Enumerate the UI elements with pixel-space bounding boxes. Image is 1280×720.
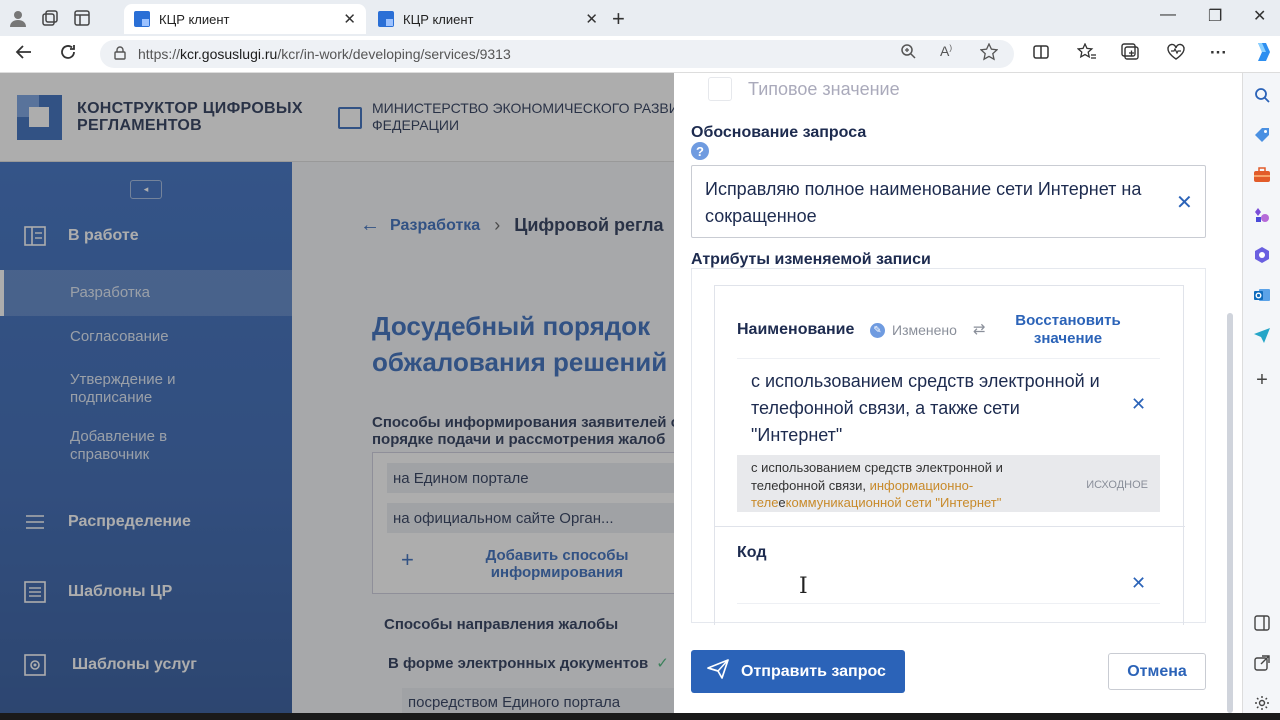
url-prefix: https:// — [138, 46, 181, 62]
more-options-icon[interactable]: ··· — [1210, 43, 1227, 63]
favorite-star-icon[interactable] — [979, 42, 999, 66]
panel-scrollbar-thumb[interactable] — [1227, 313, 1233, 713]
new-tab-button[interactable]: + — [612, 6, 625, 32]
browser-essentials-icon[interactable] — [1166, 43, 1186, 66]
typical-value-row: Типовое значение — [708, 77, 900, 101]
original-tag: Исходное — [1086, 479, 1148, 491]
url-field[interactable]: https:// kcr.gosuslugi.ru /kcr/in-work/d… — [100, 40, 1014, 68]
reason-textarea[interactable]: Исправляю полное наименование сети Интер… — [691, 165, 1206, 238]
typical-value-label: Типовое значение — [748, 78, 900, 99]
clear-reason-icon[interactable]: ✕ — [1176, 190, 1193, 215]
toolbox-icon[interactable] — [1252, 165, 1272, 185]
url-path: /kcr/in-work/developing/services/9313 — [277, 46, 511, 62]
send-plane-icon — [707, 658, 729, 685]
maximize-button[interactable]: ❐ — [1208, 6, 1222, 26]
read-aloud-icon[interactable]: A) — [940, 43, 952, 59]
minimize-button[interactable]: — — [1160, 6, 1176, 24]
send-request-label: Отправить запрос — [741, 662, 886, 680]
kcr-favicon — [134, 11, 150, 27]
reason-value: Исправляю полное наименование сети Интер… — [705, 179, 1142, 226]
add-sidebar-app-icon[interactable]: + — [1252, 369, 1272, 391]
orig-highlight-3: коммуникационной сети "Интернет" — [785, 495, 1002, 510]
kcr-favicon — [378, 11, 394, 27]
collections-icon[interactable] — [1121, 43, 1141, 66]
open-external-icon[interactable] — [1252, 653, 1272, 673]
search-icon[interactable] — [1252, 85, 1272, 105]
code-label: Код — [737, 544, 767, 561]
url-host: kcr.gosuslugi.ru — [180, 46, 278, 62]
games-icon[interactable] — [1252, 205, 1272, 225]
cancel-button[interactable]: Отмена — [1108, 653, 1206, 690]
browser-titlebar: КЦР клиент ✕ КЦР клиент ✕ + — ❐ ✕ — [0, 0, 1280, 36]
attributes-inner: Наименование ✎ Изменено ⇄ Восстановить з… — [714, 285, 1185, 625]
address-toolbar: https:// kcr.gosuslugi.ru /kcr/in-work/d… — [0, 36, 1280, 73]
split-screen-icon[interactable] — [1032, 43, 1050, 66]
settings-gear-icon[interactable] — [1252, 693, 1272, 713]
orig-text-mid: е — [778, 495, 786, 510]
attr-name-label: Наименование — [737, 321, 855, 338]
typical-value-checkbox[interactable] — [708, 77, 732, 101]
orig-highlight-1: информационно- — [869, 477, 974, 493]
text-cursor-icon: I — [799, 574, 808, 599]
bottom-edge — [0, 713, 1280, 720]
tab-close-icon[interactable]: ✕ — [585, 10, 598, 28]
send-icon[interactable] — [1252, 325, 1272, 345]
tab-close-icon[interactable]: ✕ — [343, 10, 356, 28]
reason-title: Обоснование запроса — [691, 124, 867, 141]
attributes-title: Атрибуты изменяемой записи — [691, 251, 931, 268]
shopping-tag-icon[interactable] — [1252, 125, 1272, 145]
profile-icon[interactable] — [8, 8, 28, 28]
changed-indicator: ✎ Изменено — [870, 322, 957, 338]
name-value-input[interactable]: с использованием средств электронной и т… — [737, 358, 1160, 453]
close-window-button[interactable]: ✕ — [1253, 6, 1266, 26]
send-request-button[interactable]: Отправить запрос — [691, 650, 905, 693]
code-input[interactable]: I — [737, 564, 1160, 604]
original-value: с использованием средств электронной и т… — [737, 455, 1160, 512]
sidebar-layout-icon[interactable] — [1252, 613, 1272, 633]
help-icon[interactable]: ? — [691, 142, 709, 160]
outlook-icon[interactable] — [1252, 285, 1272, 305]
restore-arrow-icon: ⇄ — [973, 321, 986, 338]
changed-label: Изменено — [892, 322, 957, 338]
restore-value-button[interactable]: Восстановить значение — [1003, 312, 1133, 348]
tab-kcr-client-2[interactable]: КЦР клиент ✕ — [368, 4, 608, 34]
clear-name-icon[interactable]: ✕ — [1131, 394, 1146, 415]
tab-kcr-client-1[interactable]: КЦР клиент ✕ — [124, 4, 366, 34]
tab-actions-icon[interactable] — [72, 8, 92, 28]
attributes-box: Наименование ✎ Изменено ⇄ Восстановить з… — [691, 268, 1206, 625]
name-value: с использованием средств электронной и т… — [751, 371, 1100, 445]
divider — [715, 526, 1185, 527]
zoom-icon[interactable] — [900, 43, 916, 64]
refresh-icon[interactable] — [58, 42, 78, 68]
tab-title: КЦР клиент — [159, 11, 230, 27]
favorites-icon[interactable] — [1076, 42, 1097, 66]
lock-icon — [114, 45, 126, 63]
back-arrow-icon[interactable] — [14, 42, 34, 68]
copilot-app-icon[interactable] — [1252, 245, 1272, 265]
edge-sidebar: + — [1242, 73, 1280, 713]
change-request-panel: Типовое значение Обоснование запроса ? И… — [674, 73, 1242, 713]
orig-highlight-2: теле — [751, 495, 779, 510]
clear-code-icon[interactable]: ✕ — [1131, 573, 1146, 594]
workspaces-icon[interactable] — [40, 8, 60, 28]
pencil-icon: ✎ — [870, 322, 885, 338]
tab-title: КЦР клиент — [403, 11, 474, 27]
copilot-icon[interactable] — [1252, 41, 1274, 68]
